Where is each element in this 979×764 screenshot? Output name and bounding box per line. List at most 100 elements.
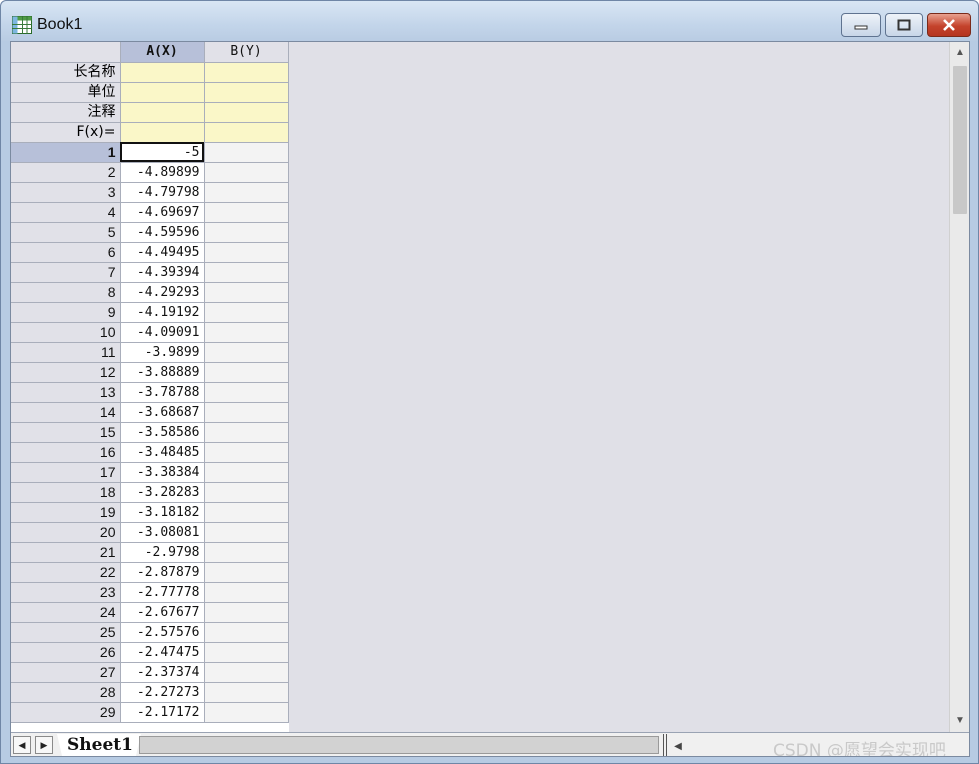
cell-a[interactable]: -3.68687 <box>120 402 205 423</box>
cell-a[interactable]: -4.19192 <box>120 302 205 323</box>
cell-b[interactable] <box>204 662 289 683</box>
row-header[interactable]: 6 <box>11 242 121 263</box>
corner-cell[interactable] <box>11 42 121 63</box>
split-handle[interactable] <box>663 734 667 756</box>
row-header[interactable]: 15 <box>11 422 121 443</box>
cell-a[interactable]: -3.18182 <box>120 502 205 523</box>
meta-cell[interactable] <box>120 122 205 143</box>
cell-a[interactable]: -2.27273 <box>120 682 205 703</box>
cell-a[interactable]: -2.17172 <box>120 702 205 723</box>
column-header-a[interactable]: A(X) <box>120 42 205 63</box>
previous-sheet-button[interactable]: ◀ <box>13 736 31 754</box>
row-header[interactable]: 11 <box>11 342 121 363</box>
cell-b[interactable] <box>204 142 289 163</box>
row-header[interactable]: 9 <box>11 302 121 323</box>
minimize-button[interactable] <box>841 13 881 37</box>
close-button[interactable] <box>927 13 971 37</box>
row-header[interactable]: 4 <box>11 202 121 223</box>
cell-b[interactable] <box>204 562 289 583</box>
row-header[interactable]: 23 <box>11 582 121 603</box>
cell-b[interactable] <box>204 182 289 203</box>
scroll-down-icon[interactable]: ▼ <box>950 710 969 730</box>
row-header[interactable]: 1 <box>11 142 121 163</box>
cell-b[interactable] <box>204 582 289 603</box>
meta-cell[interactable] <box>120 82 205 103</box>
cell-b[interactable] <box>204 682 289 703</box>
cell-b[interactable] <box>204 542 289 563</box>
cell-b[interactable] <box>204 502 289 523</box>
cell-b[interactable] <box>204 462 289 483</box>
label-row-header[interactable]: 单位 <box>11 82 121 103</box>
cell-b[interactable] <box>204 202 289 223</box>
row-header[interactable]: 18 <box>11 482 121 503</box>
row-header[interactable]: 19 <box>11 502 121 523</box>
sheet-tab-sheet1[interactable]: Sheet1 <box>57 734 141 756</box>
cell-a[interactable]: -3.28283 <box>120 482 205 503</box>
row-header[interactable]: 12 <box>11 362 121 383</box>
cell-a[interactable]: -4.29293 <box>120 282 205 303</box>
cell-b[interactable] <box>204 482 289 503</box>
row-header[interactable]: 5 <box>11 222 121 243</box>
cell-a[interactable]: -2.77778 <box>120 582 205 603</box>
scroll-thumb[interactable] <box>953 66 967 214</box>
cell-b[interactable] <box>204 402 289 423</box>
cell-b[interactable] <box>204 362 289 383</box>
cell-a[interactable]: -3.48485 <box>120 442 205 463</box>
row-header[interactable]: 10 <box>11 322 121 343</box>
cell-a[interactable]: -3.9899 <box>120 342 205 363</box>
row-header[interactable]: 24 <box>11 602 121 623</box>
cell-b[interactable] <box>204 282 289 303</box>
cell-b[interactable] <box>204 622 289 643</box>
row-header[interactable]: 2 <box>11 162 121 183</box>
row-header[interactable]: 14 <box>11 402 121 423</box>
row-header[interactable]: 21 <box>11 542 121 563</box>
cell-a[interactable]: -3.78788 <box>120 382 205 403</box>
cell-b[interactable] <box>204 162 289 183</box>
cell-b[interactable] <box>204 342 289 363</box>
cell-b[interactable] <box>204 302 289 323</box>
meta-cell[interactable] <box>120 62 205 83</box>
cell-a[interactable]: -2.37374 <box>120 662 205 683</box>
cell-a[interactable]: -3.38384 <box>120 462 205 483</box>
cell-b[interactable] <box>204 702 289 723</box>
cell-b[interactable] <box>204 422 289 443</box>
cell-b[interactable] <box>204 262 289 283</box>
row-header[interactable]: 29 <box>11 702 121 723</box>
cell-a[interactable]: -4.69697 <box>120 202 205 223</box>
cell-a[interactable]: -4.59596 <box>120 222 205 243</box>
label-row-header[interactable]: 注释 <box>11 102 121 123</box>
cell-a[interactable]: -2.9798 <box>120 542 205 563</box>
row-header[interactable]: 17 <box>11 462 121 483</box>
cell-a[interactable]: -3.58586 <box>120 422 205 443</box>
row-header[interactable]: 3 <box>11 182 121 203</box>
cell-b[interactable] <box>204 602 289 623</box>
scroll-left-icon[interactable]: ◀ <box>669 736 687 756</box>
cell-a[interactable]: -2.87879 <box>120 562 205 583</box>
row-header[interactable]: 22 <box>11 562 121 583</box>
row-header[interactable]: 7 <box>11 262 121 283</box>
cell-a[interactable]: -2.47475 <box>120 642 205 663</box>
cell-b[interactable] <box>204 382 289 403</box>
row-header[interactable]: 8 <box>11 282 121 303</box>
cell-b[interactable] <box>204 442 289 463</box>
cell-a[interactable]: -4.79798 <box>120 182 205 203</box>
cell-a[interactable]: -5 <box>120 142 205 163</box>
label-row-header[interactable]: F(x)= <box>11 122 121 143</box>
cell-b[interactable] <box>204 642 289 663</box>
cell-a[interactable]: -3.08081 <box>120 522 205 543</box>
row-header[interactable]: 13 <box>11 382 121 403</box>
row-header[interactable]: 20 <box>11 522 121 543</box>
meta-cell[interactable] <box>204 62 289 83</box>
next-sheet-button[interactable]: ▶ <box>35 736 53 754</box>
meta-cell[interactable] <box>204 82 289 103</box>
row-header[interactable]: 16 <box>11 442 121 463</box>
cell-a[interactable]: -3.88889 <box>120 362 205 383</box>
row-header[interactable]: 26 <box>11 642 121 663</box>
meta-cell[interactable] <box>204 102 289 123</box>
cell-b[interactable] <box>204 242 289 263</box>
cell-a[interactable]: -4.39394 <box>120 262 205 283</box>
cell-a[interactable]: -2.67677 <box>120 602 205 623</box>
cell-a[interactable]: -4.09091 <box>120 322 205 343</box>
row-header[interactable]: 28 <box>11 682 121 703</box>
column-header-b[interactable]: B(Y) <box>204 42 289 63</box>
